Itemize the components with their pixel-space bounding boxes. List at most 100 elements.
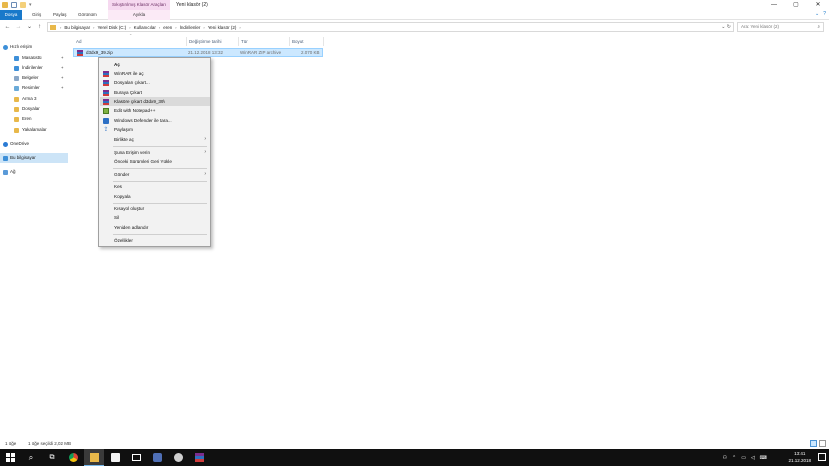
computer-icon [3,155,8,161]
network-tray-icon[interactable]: ▭ [741,455,746,461]
chevron-right-icon[interactable]: › [93,25,94,30]
keyboard-icon[interactable]: ⌨ [760,455,767,461]
details-view-icon[interactable] [810,440,817,447]
menu-item-delete[interactable]: Sil [100,213,210,222]
search-input[interactable]: Ara: Yeni klasör (2) ⌕ [737,22,824,32]
mail-icon[interactable] [126,449,146,466]
app-icon-blue[interactable] [147,449,167,466]
menu-item-label: Kopyala [114,194,131,199]
tab-share[interactable]: Paylaş [49,10,71,20]
menu-item-edit-notepadpp[interactable]: Edit with Notepad++ [100,106,210,115]
app-icon-gray[interactable] [168,449,188,466]
file-name: d3dx9_39.zip [86,50,113,55]
menu-item-copy[interactable]: Kopyala [100,192,210,201]
breadcrumb-user[interactable]: eren [163,25,172,30]
chevron-right-icon[interactable]: › [203,25,204,30]
menu-item-rename[interactable]: Yeniden adlandır [100,223,210,232]
chrome-icon[interactable] [63,449,83,466]
file-type: WinRAR ZIP archive [240,50,282,55]
tab-view[interactable]: Görünüm [74,10,101,20]
column-header-type[interactable]: Tür [239,37,290,46]
start-button[interactable] [0,449,20,466]
breadcrumb-this-pc[interactable]: Bu bilgisayar [64,25,90,30]
chevron-right-icon[interactable]: › [239,25,240,30]
address-bar[interactable]: › Bu bilgisayar › Yerel Disk (C:) › Kull… [47,22,734,32]
address-dropdown-chevron-icon[interactable]: ⌄ [721,24,725,30]
minimize-button[interactable]: — [763,0,785,10]
breadcrumb-current-folder[interactable]: Yeni klasör (2) [208,25,237,30]
nav-network[interactable]: Ağ [0,167,68,177]
chevron-right-icon[interactable]: › [175,25,176,30]
nav-quick-access[interactable]: Hızlı erişim [0,42,68,52]
people-icon[interactable]: ⚇ [723,455,727,461]
menu-item-label: Edit with Notepad++ [114,108,156,113]
column-header-size[interactable]: Boyut [290,37,324,46]
column-header-date[interactable]: Değiştirme tarihi [187,37,239,46]
up-button[interactable]: ↑ [35,22,44,32]
ribbon-help-area: ⌄ ? [815,11,826,17]
nav-item-downloads[interactable]: İndirilenler ✦ [0,63,68,73]
menu-item-defender-scan[interactable]: Windows Defender ile tara... [100,116,210,125]
tab-file[interactable]: Dosya [0,10,22,20]
volume-icon[interactable]: ◁ [751,455,755,461]
address-tail-icons: ⌄ ↻ [721,23,731,31]
properties-icon[interactable] [11,2,17,8]
menu-item-open[interactable]: Aç [100,60,210,69]
tab-extract[interactable]: Ayıkla [108,10,170,20]
search-taskbar-icon[interactable]: ⌕ [21,449,41,466]
window-title: Yeni klasör (2) [176,2,208,8]
column-header-name[interactable]: Ad [74,37,187,46]
show-hidden-icons-chevron-icon[interactable]: ⌃ [732,455,736,461]
breadcrumb-local-disk[interactable]: Yerel Disk (C:) [97,25,126,30]
chevron-right-icon[interactable]: › [129,25,130,30]
menu-item-create-shortcut[interactable]: Kısayol oluştur [100,204,210,213]
menu-item-give-access[interactable]: Şuna Erişim verin › [100,148,210,157]
nav-item-arma3[interactable]: Arma 3 [0,94,68,104]
search-icon[interactable]: ⌕ [817,23,820,31]
refresh-icon[interactable]: ↻ [727,24,731,30]
menu-item-send-to[interactable]: Gönder › [100,170,210,179]
menu-item-cut[interactable]: Kes [100,182,210,191]
menu-item-restore-versions[interactable]: Önceki Sürümleri Geri Yükle [100,157,210,166]
expand-ribbon-icon[interactable]: ⌄ [815,11,819,17]
nav-item-documents[interactable]: Belgeler ✦ [0,73,68,83]
winrar-taskbar-icon[interactable] [189,449,209,466]
nav-item-desktop[interactable]: Masaüstü ✦ [0,53,68,63]
tab-home[interactable]: Giriş [28,10,45,20]
nav-item-captures[interactable]: Yakalamalar [0,125,68,135]
large-icons-view-icon[interactable] [819,440,826,447]
breadcrumb-users[interactable]: Kullanıcılar [134,25,156,30]
store-icon[interactable] [105,449,125,466]
customize-qat-chevron-icon[interactable]: ▾ [29,2,32,8]
menu-item-extract-to-folder[interactable]: Klasöre çıkart d3dx9_39\ [100,97,210,106]
nav-item-pictures[interactable]: Resimler ✦ [0,83,68,93]
clock[interactable]: 13:41 21.12.2018 [788,450,811,464]
menu-item-extract-here[interactable]: Buraya Çıkart [100,88,210,97]
nav-item-files[interactable]: Dosyalar [0,104,68,114]
help-icon[interactable]: ? [823,11,826,17]
nav-item-label: Masaüstü [22,55,42,60]
close-button[interactable]: ✕ [807,0,829,10]
file-row[interactable]: d3dx9_39.zip 21.12.2018 13:32 WinRAR ZIP… [73,48,323,57]
menu-item-open-with[interactable]: Birlikte aç › [100,135,210,144]
new-folder-icon[interactable] [20,2,26,8]
forward-button[interactable]: → [14,22,23,32]
back-button[interactable]: ← [3,22,12,32]
menu-item-extract-files[interactable]: Dosyaları çıkart... [100,78,210,87]
windows-logo-icon [5,453,15,462]
document-icon [14,75,19,81]
nav-this-pc[interactable]: Bu bilgisayar [0,153,68,163]
recent-locations-chevron-icon[interactable]: ⌄ [25,22,34,32]
maximize-button[interactable]: ▢ [785,0,807,10]
chevron-right-icon[interactable]: › [159,25,160,30]
menu-item-share[interactable]: ⇪ Paylaşım [100,125,210,134]
nav-item-eren[interactable]: Eren [0,114,68,124]
breadcrumb-downloads[interactable]: İndirilenler [180,25,201,30]
menu-item-label: Kes [114,184,122,189]
file-explorer-icon[interactable] [84,449,104,466]
menu-item-properties[interactable]: Özellikler [100,236,210,245]
nav-onedrive[interactable]: OneDrive [0,139,68,149]
task-view-icon[interactable]: ⧉ [42,449,62,466]
menu-item-open-with-winrar[interactable]: WinRAR ile aç [100,69,210,78]
action-center-icon[interactable] [818,453,826,461]
